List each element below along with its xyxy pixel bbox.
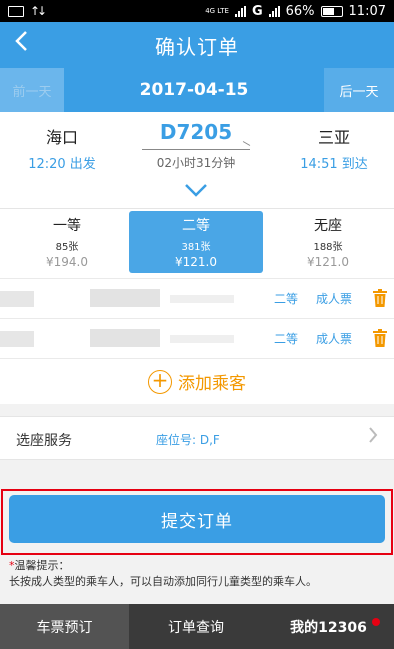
network-type: 4G LTE (205, 6, 229, 15)
train-info-card: 海口 12:20 出发 D7205 02小时31分钟 三亚 14:51 到达 (0, 112, 394, 208)
clock: 11:07 (348, 3, 386, 19)
arrival-station-name: 三亚 (317, 128, 350, 147)
keyboard-icon (8, 5, 24, 17)
page-title: 确认订单 (155, 34, 239, 59)
passenger-seat-class[interactable]: 二等 (274, 290, 298, 307)
signal-icon (234, 5, 246, 17)
seat-count: 85张 (55, 242, 79, 253)
tab-ticket-booking[interactable]: 车票预订 (0, 604, 129, 649)
tab-label: 订单查询 (168, 619, 224, 636)
departure-time: 12:20 出发 (28, 157, 96, 172)
battery-icon (320, 5, 343, 17)
seat-service-label: 选座服务 (16, 433, 72, 449)
tip-text: 长按成人类型的乘车人，可以自动添加同行儿童类型的乘车人。 (9, 575, 317, 588)
seat-count: 381张 (181, 242, 211, 253)
chevron-right-icon (368, 425, 378, 450)
data-transfer-icon: ↑↓ (30, 4, 47, 18)
tip-heading: *温馨提示： (9, 557, 70, 573)
departure-station-name: 海口 (45, 128, 78, 147)
next-day-button[interactable]: 后一天 (324, 68, 394, 112)
passenger-ticket-type[interactable]: 成人票 (316, 290, 352, 307)
seat-option-no-seat[interactable]: 无座 188张 ¥121.0 (262, 211, 394, 273)
seat-type: 二等 (182, 218, 210, 234)
status-bar: ↑↓ 4G LTE G 66% 11:07 (0, 0, 394, 22)
seat-count: 188张 (313, 242, 343, 253)
redacted-passenger-info (170, 335, 234, 343)
prev-day-button[interactable]: 前一天 (0, 68, 64, 112)
train-number[interactable]: D7205 (120, 120, 272, 144)
seat-price: ¥194.0 (46, 255, 88, 269)
seat-selection-service[interactable]: 选座服务 座位号: D,F (0, 416, 394, 460)
passenger-row[interactable]: 二等 成人票 (0, 318, 394, 358)
trash-icon[interactable] (373, 329, 387, 347)
seat-number-value: 座位号: D,F (156, 433, 220, 447)
notification-badge (372, 618, 380, 626)
tip-title: 温馨提示： (14, 559, 70, 572)
tab-my-12306[interactable]: 我的12306 (263, 604, 394, 649)
seat-type: 一等 (53, 218, 81, 234)
passenger-row[interactable]: 二等 成人票 (0, 278, 394, 318)
carrier-g-label: G (251, 3, 263, 19)
bottom-tab-bar: 车票预订 订单查询 我的12306 (0, 604, 394, 649)
travel-date[interactable]: 2017-04-15 (64, 80, 324, 100)
passenger-ticket-type[interactable]: 成人票 (316, 330, 352, 347)
redacted-passenger-id (90, 289, 160, 307)
back-arrow-icon[interactable] (10, 30, 32, 58)
submit-highlight-frame: 提交订单 (1, 489, 393, 555)
arrival-time: 14:51 到达 (300, 157, 368, 172)
redacted-passenger-info (170, 295, 234, 303)
seat-type: 无座 (314, 218, 342, 234)
tab-order-query[interactable]: 订单查询 (129, 604, 263, 649)
route-arrow (142, 149, 250, 150)
seat-option-first-class[interactable]: 一等 85张 ¥194.0 (0, 211, 134, 273)
redacted-passenger-name (0, 291, 34, 307)
trip-duration: 02小时31分钟 (156, 156, 236, 170)
seat-price: ¥121.0 (307, 255, 349, 269)
passenger-seat-class[interactable]: 二等 (274, 330, 298, 347)
chevron-down-icon[interactable] (184, 182, 208, 200)
seat-price: ¥121.0 (175, 255, 217, 269)
plus-circle-icon: + (148, 369, 172, 394)
tab-label: 车票预订 (36, 619, 93, 636)
add-passenger-label: 添加乘客 (178, 374, 246, 394)
seat-option-second-class[interactable]: 二等 381张 ¥121.0 (129, 211, 263, 273)
battery-percent: 66% (285, 3, 315, 19)
redacted-passenger-id (90, 329, 160, 347)
signal-icon (268, 5, 280, 17)
seat-class-selector: 一等 85张 ¥194.0 二等 381张 ¥121.0 无座 188张 ¥12… (0, 208, 394, 278)
departure-station: 海口 12:20 出发 (2, 124, 122, 172)
trash-icon[interactable] (373, 289, 387, 307)
submit-order-button[interactable]: 提交订单 (9, 495, 385, 543)
arrival-station: 三亚 14:51 到达 (274, 124, 394, 172)
nav-bar: 确认订单 (0, 22, 394, 68)
tab-label: 我的12306 (290, 619, 367, 636)
date-bar: 前一天 2017-04-15 后一天 (0, 68, 394, 112)
add-passenger-button[interactable]: + 添加乘客 (0, 358, 394, 404)
redacted-passenger-name (0, 331, 34, 347)
